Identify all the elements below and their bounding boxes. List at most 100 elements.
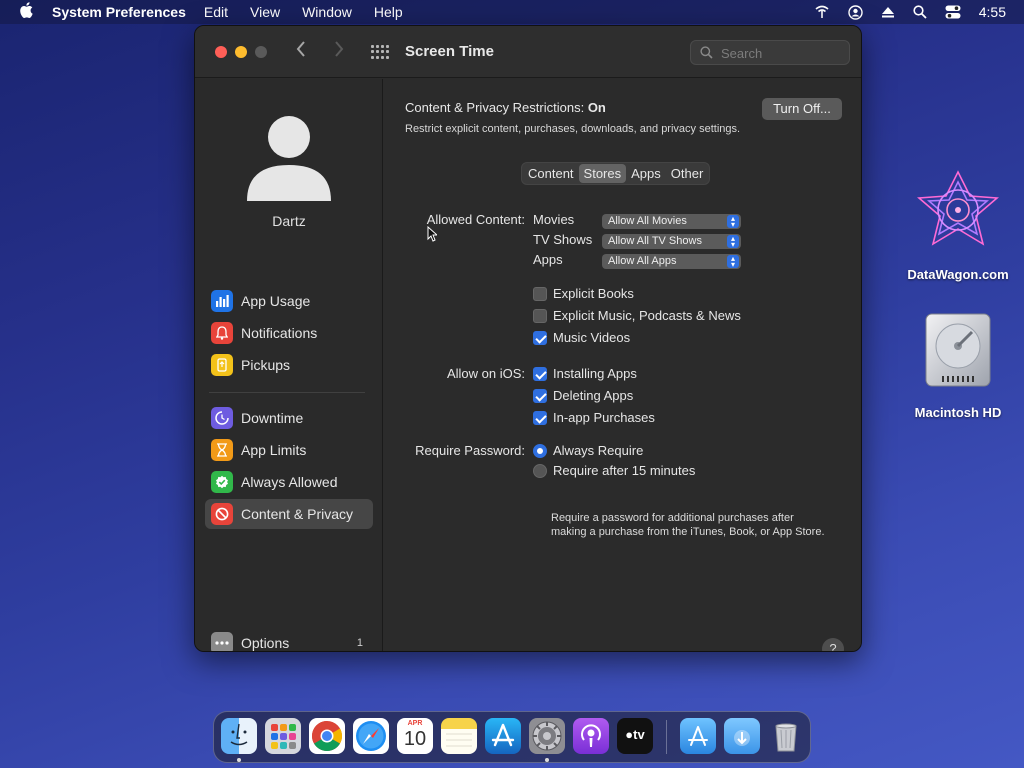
window-menu[interactable]: Window: [302, 4, 352, 20]
desktop-icon-macintosh-hd[interactable]: Macintosh HD: [898, 312, 1018, 420]
movies-label: Movies: [533, 212, 575, 227]
bell-icon: [211, 322, 233, 344]
chevron-updown-icon: ▴ ▾: [727, 255, 739, 269]
sidebar-item-pickups[interactable]: Pickups: [205, 350, 373, 380]
tab-apps[interactable]: Apps: [626, 164, 666, 183]
desktop-icon-datawagon[interactable]: DataWagon.com: [898, 168, 1018, 282]
desktop-icon-label: Macintosh HD: [914, 405, 1002, 420]
search-icon: [700, 46, 713, 59]
music-videos-label: Music Videos: [553, 330, 631, 345]
tv-shows-select[interactable]: Allow All TV Shows ▴ ▾: [602, 234, 741, 249]
sidebar-item-label: Notifications: [241, 325, 318, 341]
notes-icon[interactable]: [441, 718, 477, 754]
apps-label: Apps: [533, 252, 563, 267]
always-require-radio[interactable]: [533, 444, 547, 458]
search-input[interactable]: [721, 44, 841, 62]
password-note: Require a password for additional purcha…: [551, 512, 825, 538]
title-bar: Screen Time: [195, 26, 861, 78]
explicit-books-checkbox[interactable]: [533, 287, 547, 301]
explicit-books-label: Explicit Books: [553, 286, 634, 301]
applications-folder-icon[interactable]: [680, 718, 716, 754]
sidebar-item-label: Always Allowed: [241, 474, 338, 490]
sidebar-item-label: Pickups: [241, 357, 291, 373]
trash-icon[interactable]: [768, 718, 804, 754]
menu-extras: 4:55: [814, 0, 1024, 24]
tab-stores[interactable]: Stores: [578, 164, 627, 183]
tv-label: ●tv: [617, 727, 653, 742]
deleting-apps-checkbox[interactable]: [533, 389, 547, 403]
user-avatar-icon[interactable]: [247, 115, 331, 201]
user-account-icon[interactable]: [848, 4, 863, 20]
restrictions-status-value: On: [587, 100, 606, 115]
minimize-button[interactable]: [235, 46, 247, 58]
tab-other[interactable]: Other: [666, 164, 709, 183]
restrictions-description: Restrict explicit content, purchases, do…: [405, 123, 741, 135]
always-require-label: Always Require: [553, 443, 644, 458]
allowed-content-label: Allowed Content:: [426, 212, 525, 227]
explicit-music-checkbox[interactable]: [533, 309, 547, 323]
sidebar-item-label: Downtime: [241, 410, 304, 426]
dock-divider: [666, 720, 667, 754]
restrictions-status-label: Content & Privacy Restrictions:: [405, 100, 585, 115]
edit-menu[interactable]: Edit: [204, 4, 228, 20]
app-menu[interactable]: System Preferences: [52, 4, 186, 20]
downloads-folder-icon[interactable]: [724, 718, 760, 754]
chevron-updown-icon: ▴ ▾: [727, 235, 739, 249]
launchpad-icon[interactable]: [265, 718, 301, 754]
in-app-purchases-checkbox[interactable]: [533, 411, 547, 425]
sidebar: Dartz App Usage Notifications Pickups Do…: [195, 79, 383, 651]
sidebar-item-downtime[interactable]: Downtime: [205, 403, 373, 433]
search-field[interactable]: [690, 40, 850, 65]
in-app-purchases-label: In-app Purchases: [553, 410, 655, 425]
calendar-icon[interactable]: APR 10: [397, 718, 433, 754]
chrome-icon[interactable]: [309, 718, 345, 754]
installing-apps-checkbox[interactable]: [533, 367, 547, 381]
zoom-button[interactable]: [255, 46, 267, 58]
finder-icon[interactable]: [221, 718, 257, 754]
allow-on-ios-label: Allow on iOS:: [446, 366, 525, 381]
sidebar-options-button[interactable]: Options 1: [205, 628, 373, 651]
app-store-icon[interactable]: [485, 718, 521, 754]
eject-icon[interactable]: [881, 6, 895, 18]
sidebar-item-notifications[interactable]: Notifications: [205, 318, 373, 348]
sidebar-item-label: Content & Privacy: [241, 506, 354, 522]
help-menu[interactable]: Help: [374, 4, 403, 20]
wifi-icon[interactable]: [814, 5, 830, 19]
safari-icon[interactable]: [353, 718, 389, 754]
content-privacy-pane: Content & Privacy Restrictions: On Restr…: [384, 79, 861, 651]
help-button[interactable]: ?: [822, 638, 844, 651]
tab-bar: Content Stores Apps Other: [521, 162, 711, 185]
close-button[interactable]: [215, 46, 227, 58]
show-all-grid-icon[interactable]: [371, 45, 389, 59]
dock: APR 10 ●tv: [213, 711, 811, 763]
require-after-15-label: Require after 15 minutes: [553, 463, 696, 478]
sidebar-item-app-usage[interactable]: App Usage: [205, 286, 373, 316]
system-preferences-icon[interactable]: [529, 718, 565, 754]
forward-arrow-icon[interactable]: [333, 40, 345, 64]
calendar-month: APR: [407, 720, 423, 727]
more-options-icon: [211, 632, 233, 651]
music-videos-checkbox[interactable]: [533, 331, 547, 345]
apple-menu-icon[interactable]: [0, 2, 52, 22]
podcasts-icon[interactable]: [573, 718, 609, 754]
turn-off-button[interactable]: Turn Off...: [762, 98, 842, 120]
spotlight-search-icon[interactable]: [913, 5, 927, 19]
apps-select[interactable]: Allow All Apps ▴ ▾: [602, 254, 741, 269]
tab-content[interactable]: Content: [523, 164, 579, 183]
require-after-15-radio[interactable]: [533, 464, 547, 478]
menu-clock[interactable]: 4:55: [979, 4, 1006, 20]
explicit-music-label: Explicit Music, Podcasts & News: [553, 308, 741, 323]
running-indicator: [237, 758, 241, 762]
sidebar-item-content-privacy[interactable]: Content & Privacy: [205, 499, 373, 529]
hourglass-icon: [211, 439, 233, 461]
control-center-icon[interactable]: [945, 5, 961, 19]
movies-select[interactable]: Allow All Movies ▴ ▾: [602, 214, 741, 229]
apple-tv-icon[interactable]: ●tv: [617, 718, 653, 754]
sidebar-item-always-allowed[interactable]: Always Allowed: [205, 467, 373, 497]
sidebar-item-app-limits[interactable]: App Limits: [205, 435, 373, 465]
back-arrow-icon[interactable]: [295, 40, 307, 64]
hard-drive-icon: [925, 313, 991, 387]
bar-chart-icon: [211, 290, 233, 312]
screen-time-window: Screen Time Dartz App Usage Notification…: [194, 25, 862, 652]
view-menu[interactable]: View: [250, 4, 280, 20]
